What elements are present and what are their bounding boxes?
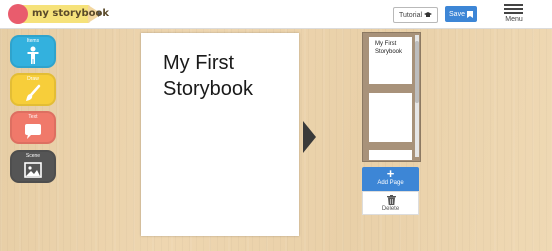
tool-draw-label: Draw: [27, 76, 39, 82]
pencil-eraser: [8, 4, 28, 24]
thumbnail-scrollbar[interactable]: [415, 35, 419, 157]
speech-bubble-icon: [25, 124, 41, 139]
tool-text-button[interactable]: Text: [10, 111, 56, 144]
delete-page-button[interactable]: Delete: [362, 191, 419, 215]
app-logo[interactable]: my storybook: [8, 4, 109, 24]
page-thumbnail-strip[interactable]: My First Storybook: [362, 32, 421, 162]
story-page-canvas[interactable]: My First Storybook: [141, 33, 299, 236]
tool-items-label: Items: [26, 38, 40, 44]
delete-label: Delete: [381, 206, 400, 212]
page-thumbnail[interactable]: [369, 93, 412, 142]
picture-icon: [24, 162, 42, 178]
trash-icon: [387, 195, 396, 205]
menu-button[interactable]: Menu: [500, 3, 528, 25]
plus-icon: +: [386, 166, 395, 181]
tool-text-label: Text: [28, 114, 38, 120]
add-page-label: Add Page: [377, 180, 404, 186]
tool-draw-button[interactable]: Draw: [10, 73, 56, 106]
page-thumbnail[interactable]: [369, 150, 412, 160]
tool-items-button[interactable]: Items: [10, 35, 56, 68]
add-page-button[interactable]: + Add Page: [362, 166, 419, 191]
page-thumbnail[interactable]: My First Storybook: [369, 37, 412, 84]
thumbnail-text: My First Storybook: [375, 41, 403, 55]
brush-icon: [26, 84, 41, 101]
person-icon: [27, 46, 39, 64]
graduation-cap-icon: [424, 12, 433, 17]
bookmark-icon: [466, 10, 473, 18]
top-bar: my storybook Tutorial Save Menu: [0, 0, 552, 29]
page-title-text[interactable]: My First Storybook: [163, 50, 293, 102]
tutorial-label: Tutorial: [398, 11, 423, 19]
next-page-arrow-icon[interactable]: [303, 121, 316, 153]
scrollbar-thumb[interactable]: [415, 41, 419, 103]
app-logo-text: my storybook: [32, 8, 110, 19]
tutorial-button[interactable]: Tutorial: [393, 7, 438, 23]
menu-label: Menu: [505, 16, 523, 23]
save-label: Save: [449, 10, 465, 18]
save-button[interactable]: Save: [445, 6, 477, 22]
tool-scene-label: Scene: [25, 153, 41, 159]
tool-scene-button[interactable]: Scene: [10, 150, 56, 183]
